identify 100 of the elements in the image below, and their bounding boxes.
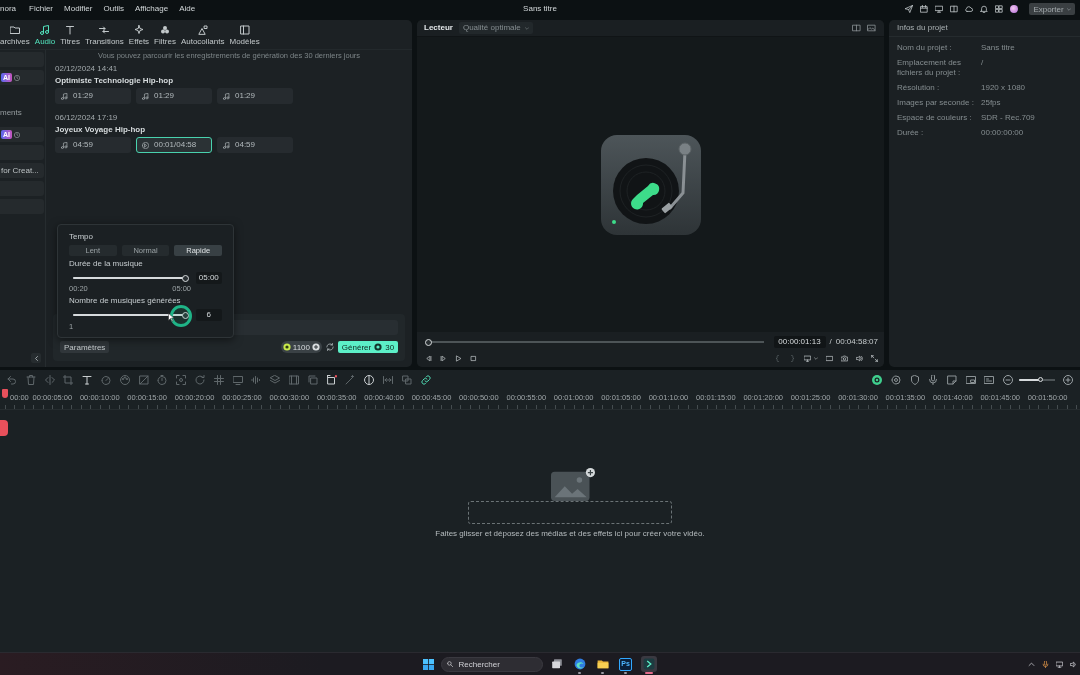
music-track[interactable]: 04:59: [217, 137, 293, 153]
current-time-field[interactable]: 00:00:01:13: [773, 336, 826, 348]
screen-icon[interactable]: [232, 374, 243, 385]
waveform-icon[interactable]: [251, 374, 262, 385]
trash-icon[interactable]: [25, 374, 36, 385]
speaker-icon[interactable]: [1070, 660, 1077, 668]
generate-button[interactable]: Générer 30: [338, 341, 398, 353]
image-icon[interactable]: [867, 24, 876, 32]
paper-plane-icon[interactable]: [905, 5, 913, 13]
total-time: 00:04:58:07: [835, 337, 878, 347]
zoom-slider[interactable]: [1016, 376, 1058, 383]
chevron-up-icon[interactable]: [1028, 660, 1035, 668]
refresh-icon[interactable]: [326, 343, 334, 351]
timer-icon[interactable]: [157, 374, 168, 385]
media-tab[interactable]: Transitions: [84, 25, 124, 47]
media-tab[interactable]: Effets: [128, 25, 150, 47]
slider-thumb[interactable]: [1038, 377, 1044, 382]
media-tab[interactable]: Audio: [34, 25, 56, 47]
stop-icon[interactable]: [470, 354, 477, 362]
speaker-icon[interactable]: [856, 354, 863, 362]
coin-icon: [282, 343, 291, 351]
microphone-icon[interactable]: [1042, 660, 1049, 668]
film-icon[interactable]: [288, 374, 299, 385]
credits-button[interactable]: 1100: [280, 341, 322, 353]
shield-icon[interactable]: [909, 374, 920, 385]
play-icon[interactable]: [455, 354, 462, 362]
split-view-icon[interactable]: [852, 24, 861, 32]
step-forward-icon[interactable]: [440, 354, 447, 362]
menu-item[interactable]: Outils: [103, 4, 124, 14]
apps-grid-icon[interactable]: [995, 5, 1003, 13]
palette-icon[interactable]: [119, 374, 130, 385]
copy-icon[interactable]: [307, 374, 318, 385]
fit-width-icon[interactable]: [382, 374, 393, 385]
rotate-icon[interactable]: [194, 374, 205, 385]
music-track[interactable]: 01:29: [55, 88, 131, 104]
monitor-icon[interactable]: [935, 5, 943, 13]
mask-icon[interactable]: [138, 374, 149, 385]
collapse-button[interactable]: [31, 353, 41, 363]
resize-icon[interactable]: [326, 374, 337, 385]
zoom-in-icon[interactable]: [1063, 374, 1073, 385]
menu-item[interactable]: Aide: [179, 4, 196, 14]
focus-icon[interactable]: [176, 374, 187, 385]
text-icon[interactable]: [82, 374, 93, 385]
menu-item[interactable]: Affichage: [134, 4, 169, 14]
playhead[interactable]: [2, 389, 8, 398]
columns-icon[interactable]: [950, 5, 958, 13]
zoom-out-icon[interactable]: [1003, 374, 1013, 385]
sidebar-item[interactable]: for Creat...: [0, 163, 44, 178]
layout-icon: [239, 25, 250, 35]
captions-icon[interactable]: [984, 374, 995, 385]
bell-icon[interactable]: [980, 5, 988, 13]
grid-icon[interactable]: [213, 374, 224, 385]
search-field[interactable]: Rechercher: [440, 656, 543, 672]
target-icon[interactable]: [890, 374, 901, 385]
media-tab[interactable]: Titres: [60, 25, 80, 47]
wand-icon[interactable]: [345, 374, 356, 385]
layers-icon[interactable]: [270, 374, 281, 385]
playback-thumb[interactable]: [425, 338, 432, 346]
info-value: Sans titre: [981, 43, 1016, 53]
menu-item[interactable]: Fichier: [29, 4, 54, 14]
music-track[interactable]: 00:01/04:58: [136, 137, 212, 153]
info-value: SDR - Rec.709: [981, 113, 1036, 123]
step-back-icon[interactable]: [425, 354, 432, 362]
avatar-icon[interactable]: [1010, 5, 1018, 13]
media-tab[interactable]: Filtres: [154, 25, 176, 47]
settings-button[interactable]: Paramètres: [60, 341, 110, 353]
music-track[interactable]: 04:59: [55, 137, 131, 153]
value-field[interactable]: 6: [195, 309, 222, 321]
expand-icon[interactable]: [871, 354, 878, 362]
windows-logo-icon[interactable]: [422, 658, 434, 670]
undo-icon[interactable]: [7, 374, 17, 385]
timeline-ruler[interactable]: [0, 389, 1080, 410]
media-tab[interactable]: Autocollants: [180, 25, 225, 47]
sticker-icon[interactable]: [946, 374, 957, 385]
slider-thumb[interactable]: [181, 274, 189, 282]
slider-thumb[interactable]: [181, 311, 189, 319]
music-track[interactable]: 01:29: [136, 88, 212, 104]
overlap-icon[interactable]: [401, 374, 412, 385]
caret-icon: [1066, 7, 1071, 11]
caret-icon[interactable]: [814, 356, 818, 360]
music-note-icon: [223, 92, 230, 100]
chevron-tile-icon[interactable]: [640, 656, 657, 672]
media-tab[interactable]: Modèles: [229, 25, 260, 47]
monitor-icon[interactable]: [804, 354, 811, 362]
picture-in-picture-icon[interactable]: [965, 374, 976, 385]
menu-item[interactable]: Modifier: [64, 4, 93, 14]
toggle-circle-icon[interactable]: [872, 374, 883, 385]
value-field[interactable]: 05:00: [195, 272, 222, 284]
cloud-icon[interactable]: [965, 5, 973, 13]
screen-icon[interactable]: [826, 354, 833, 362]
music-track[interactable]: 01:29: [217, 88, 293, 104]
calendar-icon[interactable]: [920, 5, 928, 13]
drop-zone[interactable]: [468, 501, 672, 524]
speed-icon[interactable]: [101, 374, 111, 385]
info-label: Images par seconde :: [897, 98, 975, 108]
media-tab[interactable]: archives: [0, 25, 30, 47]
monitor-icon[interactable]: [1056, 660, 1063, 668]
camera-icon[interactable]: [841, 354, 848, 362]
microphone-icon[interactable]: [928, 374, 939, 385]
link-icon[interactable]: [420, 374, 431, 385]
